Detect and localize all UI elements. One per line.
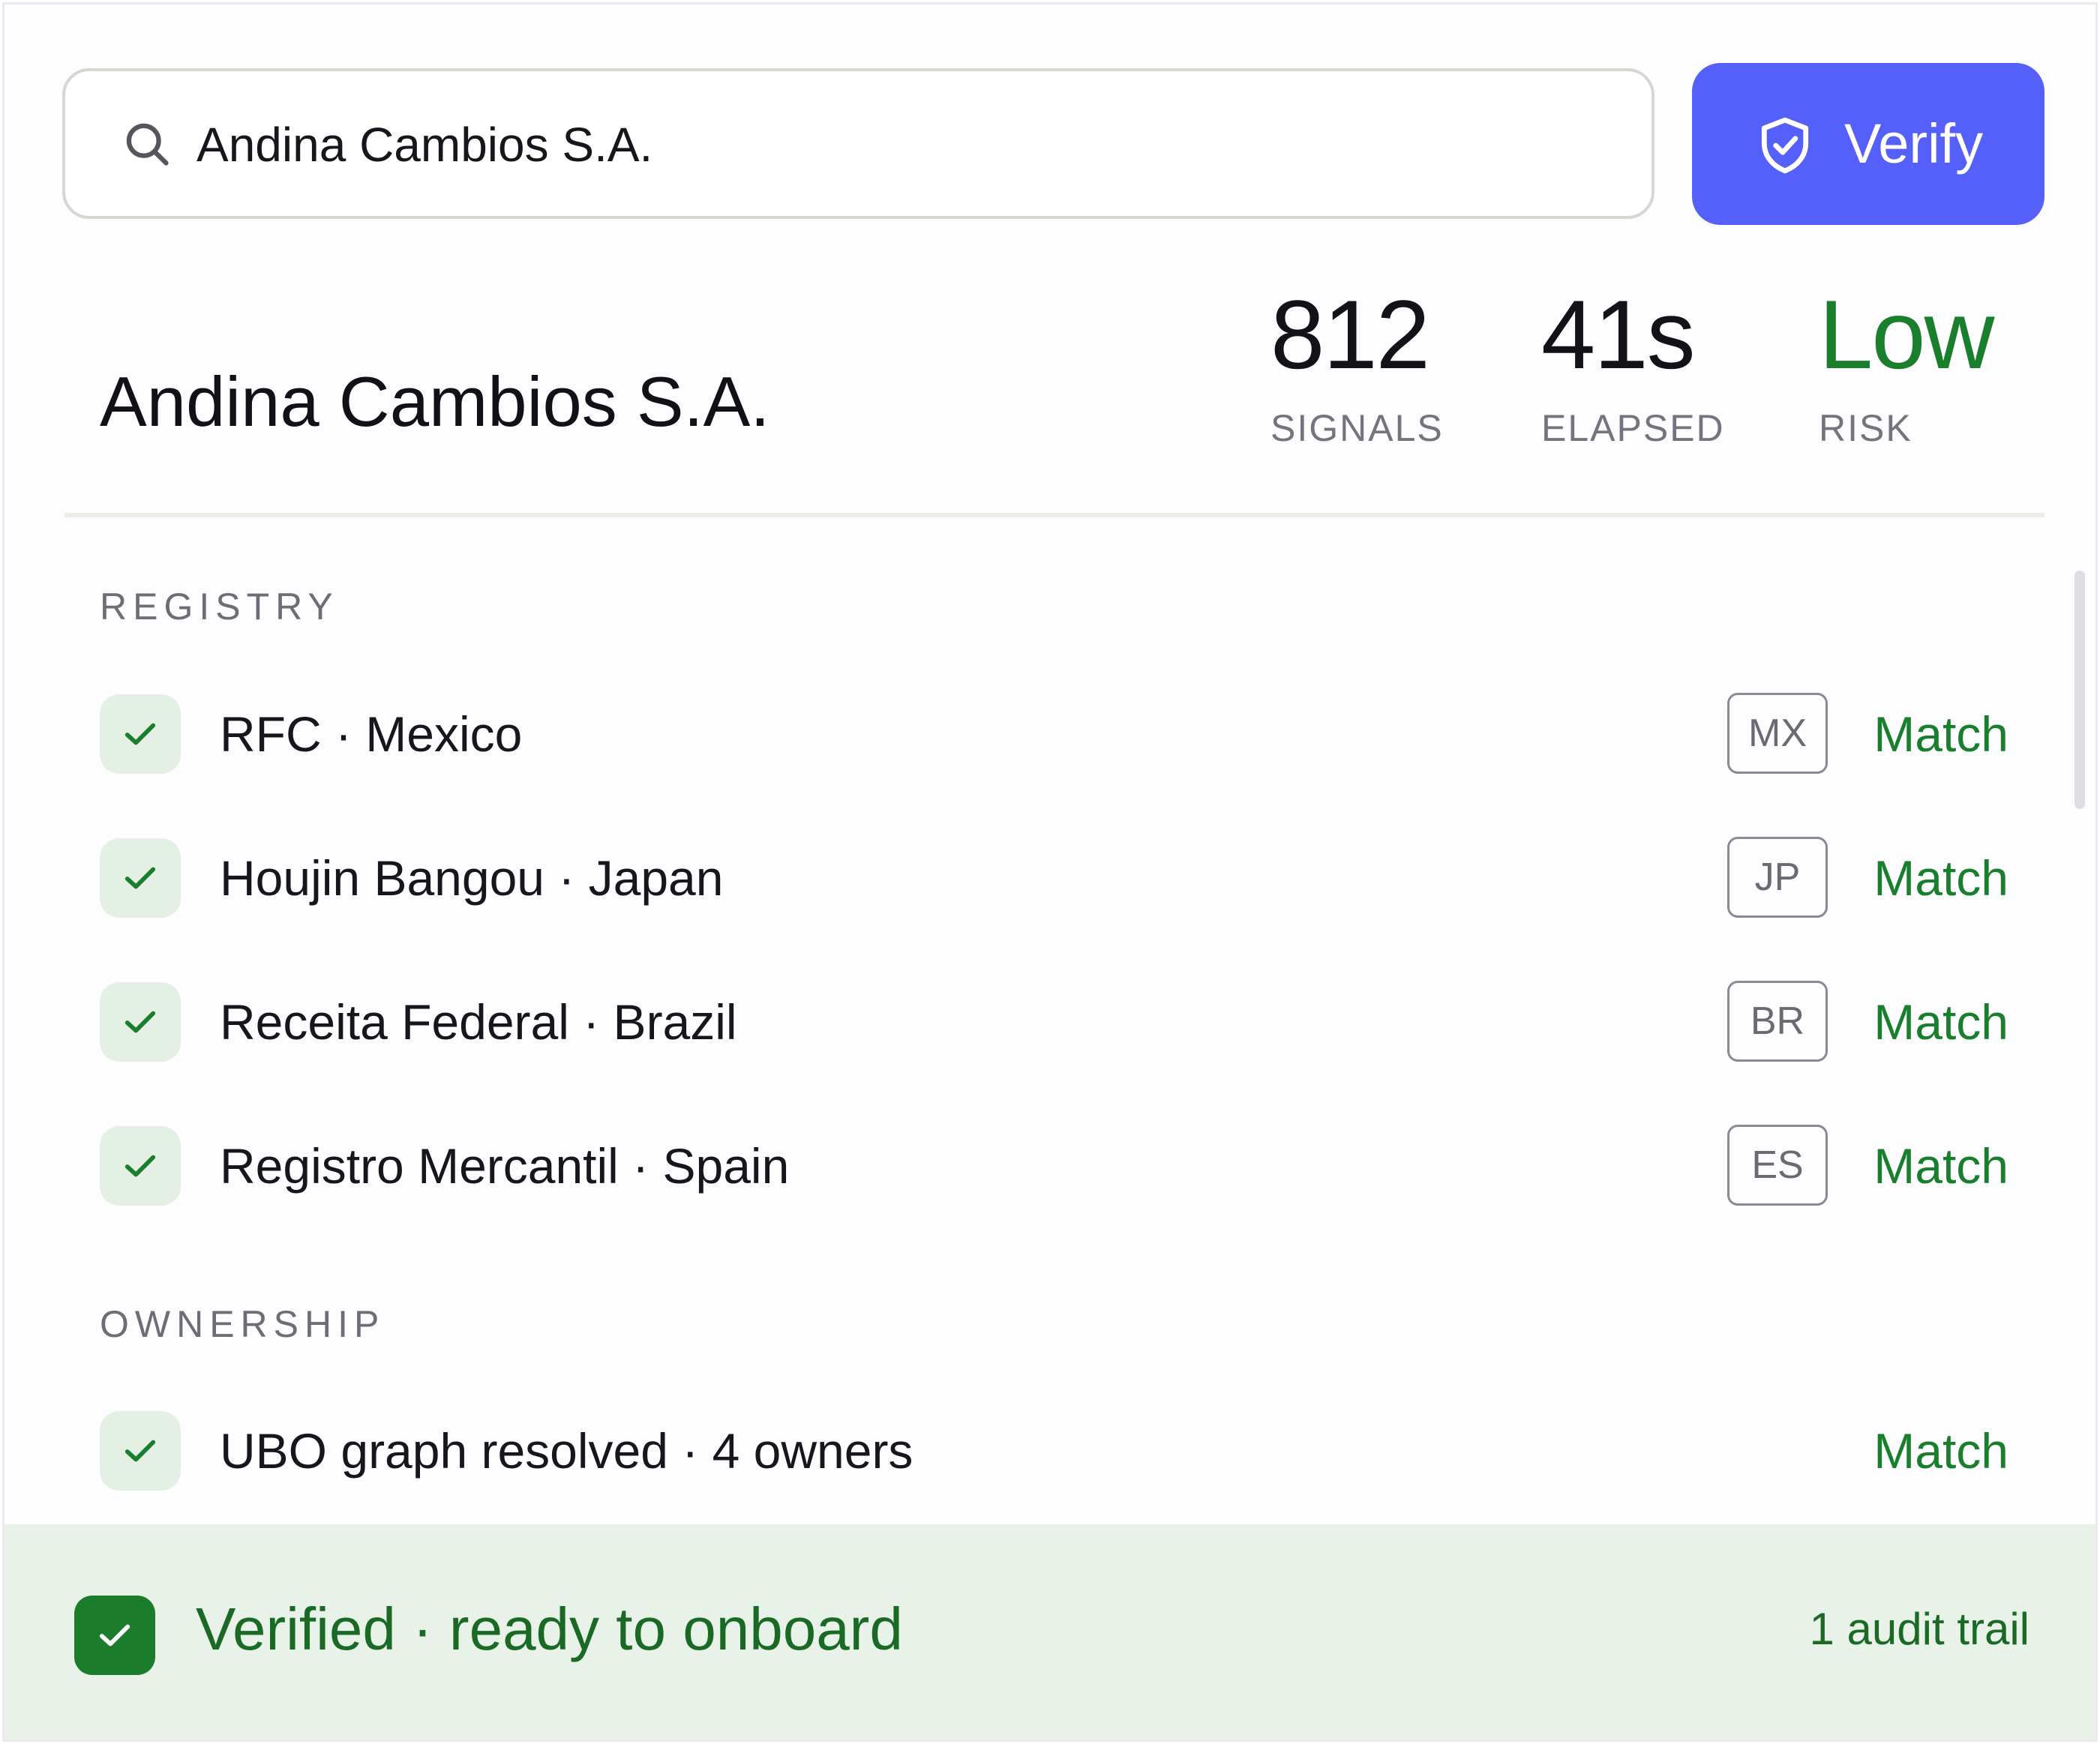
registry-row-japan[interactable]: Houjin Bangou · Japan JP Match: [100, 837, 2008, 919]
check-icon: [74, 1596, 155, 1675]
verified-status-text: Verified · ready to onboard: [196, 1596, 903, 1662]
entity-title: Andina Cambios S.A.: [100, 362, 770, 441]
ownership-row-ubo[interactable]: UBO graph resolved · 4 owners Match: [100, 1410, 2008, 1492]
match-status: Match: [1874, 706, 2008, 762]
registry-row-label: Houjin Bangou · Japan: [220, 850, 724, 906]
check-icon: [100, 838, 181, 918]
stat-risk-value: Low: [1819, 280, 1994, 389]
registry-row-spain[interactable]: Registro Mercantil · Spain ES Match: [100, 1125, 2008, 1207]
stat-elapsed-value: 41s: [1541, 280, 1696, 389]
stat-signals: 812 SIGNALS: [1270, 274, 1444, 454]
registry-row-label: RFC · Mexico: [220, 706, 523, 762]
audit-trail-link[interactable]: 1 audit trail: [1810, 1596, 2030, 1663]
stat-risk: Low RISK: [1819, 274, 1994, 454]
verification-footer: Verified · ready to onboard 1 audit trai…: [4, 1524, 2096, 1740]
verify-button[interactable]: Verify: [1692, 63, 2044, 225]
match-status: Match: [1874, 994, 2008, 1050]
stat-elapsed: 41s ELAPSED: [1541, 274, 1725, 454]
check-icon: [100, 694, 181, 774]
check-icon: [100, 982, 181, 1062]
registry-row-brazil[interactable]: Receita Federal · Brazil BR Match: [100, 981, 2008, 1063]
search-box[interactable]: [62, 68, 1654, 219]
match-status: Match: [1874, 1423, 2008, 1479]
registry-row-label: Registro Mercantil · Spain: [220, 1138, 790, 1194]
verification-panel: Verify Andina Cambios S.A. 812 SIGNALS 4…: [2, 2, 2098, 1742]
stat-signals-value: 812: [1270, 280, 1430, 389]
shield-check-icon: [1761, 117, 1809, 174]
stat-risk-label: RISK: [1819, 407, 1912, 449]
header-divider: [64, 513, 2044, 517]
country-badge: JP: [1727, 837, 1828, 918]
stat-elapsed-label: ELAPSED: [1541, 407, 1725, 449]
search-icon: [126, 123, 169, 166]
search-input[interactable]: [196, 101, 1606, 187]
match-status: Match: [1874, 1138, 2008, 1194]
section-registry-label: REGISTRY: [100, 586, 339, 628]
check-icon: [100, 1126, 181, 1206]
verify-button-label: Verify: [1844, 112, 1984, 175]
ownership-row-label: UBO graph resolved · 4 owners: [220, 1423, 914, 1479]
country-badge: BR: [1727, 981, 1828, 1062]
scrollbar-thumb[interactable]: [2074, 571, 2085, 809]
section-ownership-label: OWNERSHIP: [100, 1303, 386, 1345]
country-badge: ES: [1727, 1125, 1828, 1206]
match-status: Match: [1874, 850, 2008, 906]
registry-row-mexico[interactable]: RFC · Mexico MX Match: [100, 693, 2008, 775]
check-icon: [100, 1411, 181, 1491]
stat-signals-label: SIGNALS: [1270, 407, 1444, 449]
country-badge: MX: [1727, 693, 1828, 774]
registry-row-label: Receita Federal · Brazil: [220, 994, 737, 1050]
